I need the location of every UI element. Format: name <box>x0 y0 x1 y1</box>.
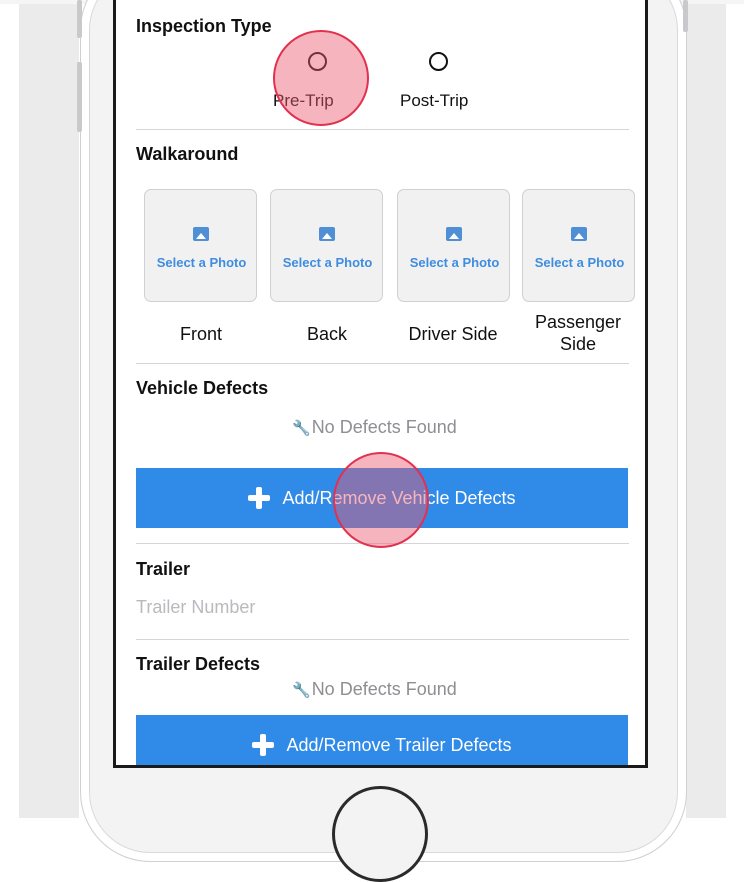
vehicle-defects-empty-text: No Defects Found <box>311 417 457 437</box>
wrench-icon: 🔧 <box>292 682 311 699</box>
select-photo-label: Select a Photo <box>409 255 500 270</box>
photo-tile-passenger-side[interactable]: Select a Photo <box>522 189 635 302</box>
trailer-defects-title: Trailer Defects <box>136 654 261 674</box>
tile-label-driver-side: Driver Side <box>408 324 498 344</box>
radio-circle-icon[interactable] <box>429 52 448 71</box>
image-icon <box>319 227 335 241</box>
photo-tile-driver-side[interactable]: Select a Photo <box>397 189 510 302</box>
tile-label-passenger-side: Passenger Side <box>534 312 622 354</box>
volume-button <box>77 62 82 132</box>
trailer-title: Trailer <box>136 559 191 579</box>
mute-switch <box>77 0 82 38</box>
touch-indicator <box>333 452 429 548</box>
background-left <box>19 0 79 818</box>
divider <box>136 639 629 640</box>
select-photo-label: Select a Photo <box>534 255 625 270</box>
plus-icon <box>252 734 275 756</box>
photo-tile-back[interactable]: Select a Photo <box>270 189 383 302</box>
divider <box>136 363 629 364</box>
image-icon <box>446 227 462 241</box>
image-icon <box>193 227 209 241</box>
walkaround-title-text: Walkaround <box>136 144 239 164</box>
walkaround-title: Walkaround <box>136 144 238 165</box>
plus-icon <box>248 487 271 509</box>
trailer-defects-empty-text: No Defects Found <box>311 679 457 699</box>
background-right <box>686 0 726 818</box>
phone-screen: Inspection Type Pre-Trip Post-Trip Walka… <box>113 0 648 768</box>
wrench-icon: 🔧 <box>292 420 311 437</box>
home-button[interactable] <box>332 786 428 882</box>
add-remove-trailer-defects-label: Add/Remove Trailer Defects <box>286 734 512 755</box>
image-icon <box>571 227 587 241</box>
divider <box>136 129 629 130</box>
tile-label-front: Front <box>179 324 222 344</box>
tile-label-back: Back <box>306 324 348 344</box>
power-button <box>683 0 688 32</box>
trailer-defects-empty: 🔧No Defects Found <box>292 679 457 700</box>
select-photo-label: Select a Photo <box>156 255 247 270</box>
inspection-type-title: Inspection Type <box>136 16 272 36</box>
touch-indicator <box>273 30 369 126</box>
vehicle-defects-empty: 🔧No Defects Found <box>292 417 457 438</box>
add-remove-trailer-defects-button[interactable]: Add/Remove Trailer Defects <box>136 715 628 765</box>
radio-post-trip-label: Post-Trip <box>400 91 469 110</box>
photo-tile-front[interactable]: Select a Photo <box>144 189 257 302</box>
trailer-number-input[interactable] <box>136 592 626 622</box>
vehicle-defects-title: Vehicle Defects <box>136 378 269 398</box>
select-photo-label: Select a Photo <box>282 255 373 270</box>
